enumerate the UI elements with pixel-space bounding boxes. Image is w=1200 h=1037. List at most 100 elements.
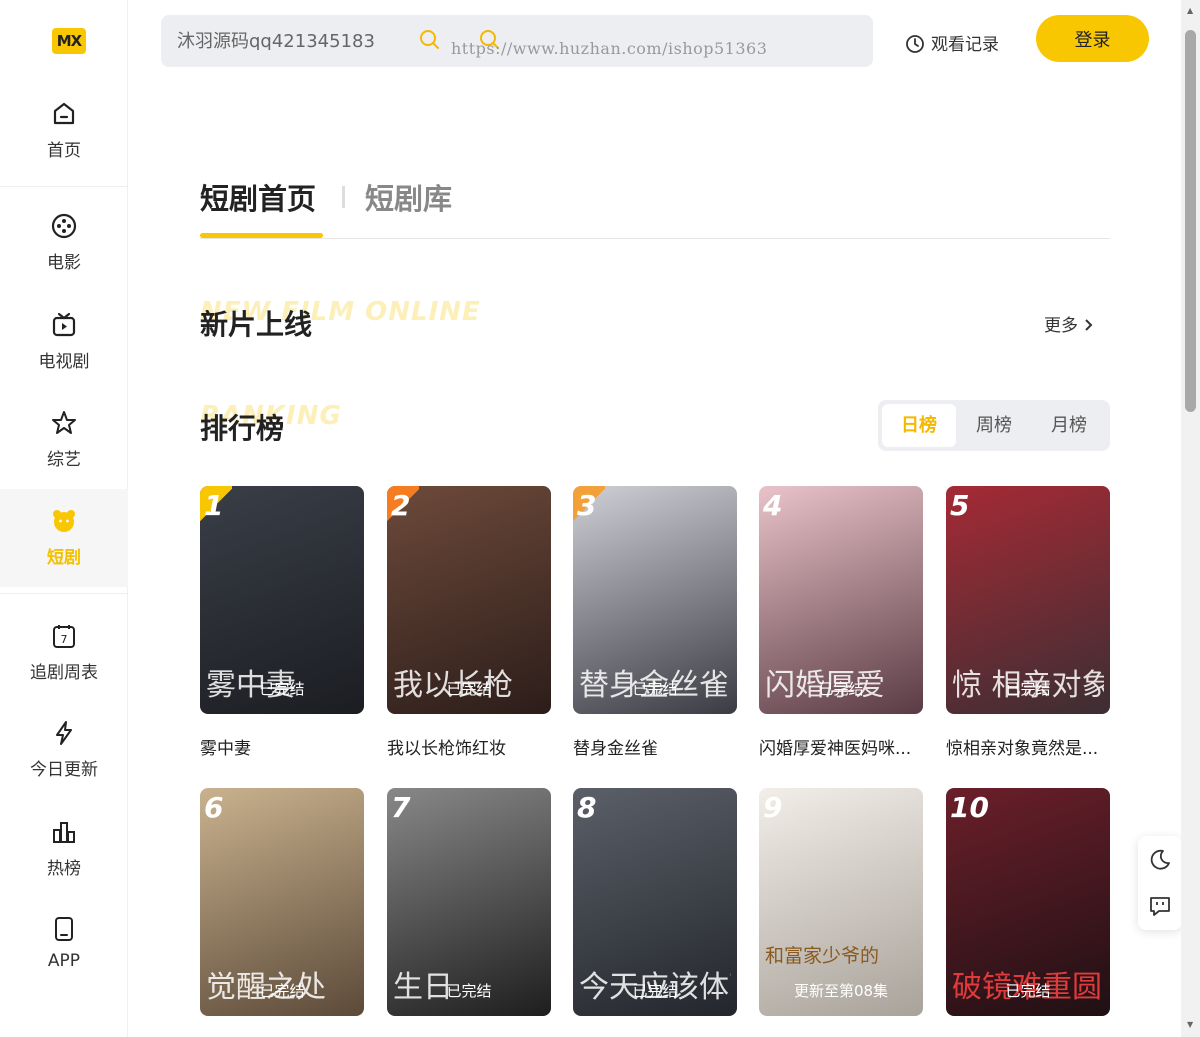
divider <box>0 593 128 594</box>
tv-icon <box>52 312 76 337</box>
section-title-ranking: 排行榜 <box>200 412 285 445</box>
drama-card[interactable]: 今天应该体面 8 已完结 <box>573 788 737 1016</box>
watermark-text: https://www.huzhan.com/ishop51363 <box>451 39 768 58</box>
poster[interactable]: 和富家少爷的 9 更新至第08集 <box>759 788 923 1016</box>
moon-icon[interactable] <box>1148 848 1172 872</box>
poster[interactable]: 今天应该体面 8 已完结 <box>573 788 737 1016</box>
poster[interactable]: 惊 相亲对象 5 已完结 <box>946 486 1110 714</box>
poster[interactable]: 觉醒之处 6 已完结 <box>200 788 364 1016</box>
status-badge: 已完结 <box>1005 680 1051 698</box>
bar-chart-icon <box>53 822 75 843</box>
card-title[interactable]: 雾中妻 <box>200 734 364 759</box>
rank-option-monthly[interactable]: 月榜 <box>1032 404 1106 447</box>
scroll-up-arrow-icon[interactable]: ▲ <box>1187 6 1193 15</box>
feedback-icon[interactable] <box>1148 894 1172 918</box>
poster[interactable]: 生日 7 已完结 <box>387 788 551 1016</box>
poster[interactable]: 闪婚厚爱 4 已完结 <box>759 486 923 714</box>
sidebar-item-home[interactable]: 首页 <box>0 100 128 196</box>
status-badge: 已完结 <box>259 982 305 1000</box>
status-badge: 已完结 <box>259 680 305 698</box>
tab-short-drama-home[interactable]: 短剧首页 <box>200 176 316 218</box>
drama-card[interactable]: 惊 相亲对象 5 已完结 惊相亲对象竟然是... <box>946 486 1110 759</box>
more-label: 更多 <box>1044 316 1078 336</box>
section-title-new: 新片上线 <box>200 308 313 341</box>
rank-badge: 6 <box>204 791 224 824</box>
sidebar-item-label: 电视剧 <box>38 352 90 372</box>
status-badge: 已完结 <box>632 680 678 698</box>
divider <box>0 186 128 187</box>
sidebar-item-label: 今日更新 <box>30 760 98 780</box>
lightning-icon <box>56 721 72 745</box>
card-title[interactable]: 替身金丝雀 <box>573 734 737 759</box>
sidebar-item-hot-list[interactable]: 热榜 <box>0 818 128 914</box>
page: MX 首页 电影 电视剧 综艺 短剧 7 追剧周表 今日更新 热榜 APP 沐羽… <box>0 0 1200 1037</box>
more-link[interactable]: 更多 <box>1044 311 1093 336</box>
sidebar-item-label: 热榜 <box>47 859 81 879</box>
search-bar: https://www.huzhan.com/ishop51363 <box>161 15 873 67</box>
sidebar-item-label: 首页 <box>47 141 81 161</box>
svg-text:7: 7 <box>61 633 68 646</box>
rank-badge: 1 <box>200 486 232 524</box>
login-button[interactable]: 登录 <box>1036 15 1149 62</box>
home-icon <box>53 102 75 125</box>
tab-divider <box>342 186 345 208</box>
search-icon[interactable] <box>419 29 441 51</box>
search-input[interactable] <box>177 29 407 50</box>
chevron-right-icon <box>1085 319 1093 331</box>
rank-period-toggle: 日榜 周榜 月榜 <box>878 400 1110 451</box>
card-title[interactable]: 闪婚厚爱神医妈咪... <box>759 734 923 759</box>
watch-history-link[interactable]: 观看记录 <box>905 30 999 55</box>
rank-badge: 9 <box>763 791 783 824</box>
sidebar-item-today-update[interactable]: 今日更新 <box>0 719 128 815</box>
sidebar-item-app[interactable]: APP <box>0 915 128 1011</box>
status-badge: 已完结 <box>446 680 492 698</box>
status-badge: 已完结 <box>632 982 678 1000</box>
clock-icon <box>906 35 924 53</box>
sidebar-item-label: 短剧 <box>47 548 81 568</box>
status-badge: 已完结 <box>446 982 492 1000</box>
drama-card[interactable]: 觉醒之处 6 已完结 <box>200 788 364 1016</box>
phone-icon <box>55 917 73 941</box>
rank-badge: 3 <box>573 486 605 524</box>
status-badge: 已完结 <box>1005 982 1051 1000</box>
rank-badge: 7 <box>391 791 411 824</box>
poster[interactable]: 破镜难重圆 10 已完结 <box>946 788 1110 1016</box>
card-title[interactable]: 我以长枪饰红妆 <box>387 734 551 759</box>
bear-icon <box>53 510 75 532</box>
sidebar-item-label: 综艺 <box>47 450 81 470</box>
tab-short-drama-library[interactable]: 短剧库 <box>365 176 452 218</box>
star-icon <box>52 411 76 434</box>
card-title[interactable]: 惊相亲对象竟然是... <box>946 734 1110 759</box>
sidebar-item-weekly-schedule[interactable]: 7 追剧周表 <box>0 622 128 718</box>
scroll-thumb[interactable] <box>1185 30 1196 412</box>
sidebar-item-label: 追剧周表 <box>30 663 98 683</box>
status-badge: 已完结 <box>818 680 864 698</box>
sidebar-item-tv[interactable]: 电视剧 <box>0 311 128 407</box>
drama-card[interactable]: 生日 7 已完结 <box>387 788 551 1016</box>
drama-card[interactable]: 和富家少爷的 9 更新至第08集 <box>759 788 923 1016</box>
drama-card[interactable]: 雾中妻 1 已完结 雾中妻 <box>200 486 364 759</box>
drama-card[interactable]: 替身金丝雀 3 已完结 替身金丝雀 <box>573 486 737 759</box>
poster[interactable]: 雾中妻 1 已完结 <box>200 486 364 714</box>
rank-badge: 4 <box>763 489 783 522</box>
sidebar-item-label: APP <box>47 951 81 971</box>
rank-option-weekly[interactable]: 周榜 <box>957 404 1031 447</box>
drama-card[interactable]: 破镜难重圆 10 已完结 <box>946 788 1110 1016</box>
scrollbar[interactable]: ▲ ▼ <box>1181 0 1200 1037</box>
sidebar-item-short-drama[interactable]: 短剧 <box>0 489 128 587</box>
tabs-divider-line <box>200 238 1110 239</box>
sidebar: MX 首页 电影 电视剧 综艺 短剧 7 追剧周表 今日更新 热榜 APP <box>0 0 128 1037</box>
rank-badge: 5 <box>950 489 970 522</box>
calendar-icon: 7 <box>53 625 75 648</box>
sidebar-item-movie[interactable]: 电影 <box>0 212 128 308</box>
drama-card[interactable]: 闪婚厚爱 4 已完结 闪婚厚爱神医妈咪... <box>759 486 923 759</box>
rank-badge: 10 <box>950 791 989 824</box>
status-badge: 更新至第08集 <box>793 982 889 1000</box>
scroll-down-arrow-icon[interactable]: ▼ <box>1187 1020 1193 1029</box>
poster[interactable]: 我以长枪 2 已完结 <box>387 486 551 714</box>
rank-option-daily[interactable]: 日榜 <box>882 404 956 447</box>
poster[interactable]: 替身金丝雀 3 已完结 <box>573 486 737 714</box>
drama-card[interactable]: 我以长枪 2 已完结 我以长枪饰红妆 <box>387 486 551 759</box>
floating-toolbar <box>1138 836 1182 930</box>
logo[interactable]: MX <box>52 28 86 54</box>
